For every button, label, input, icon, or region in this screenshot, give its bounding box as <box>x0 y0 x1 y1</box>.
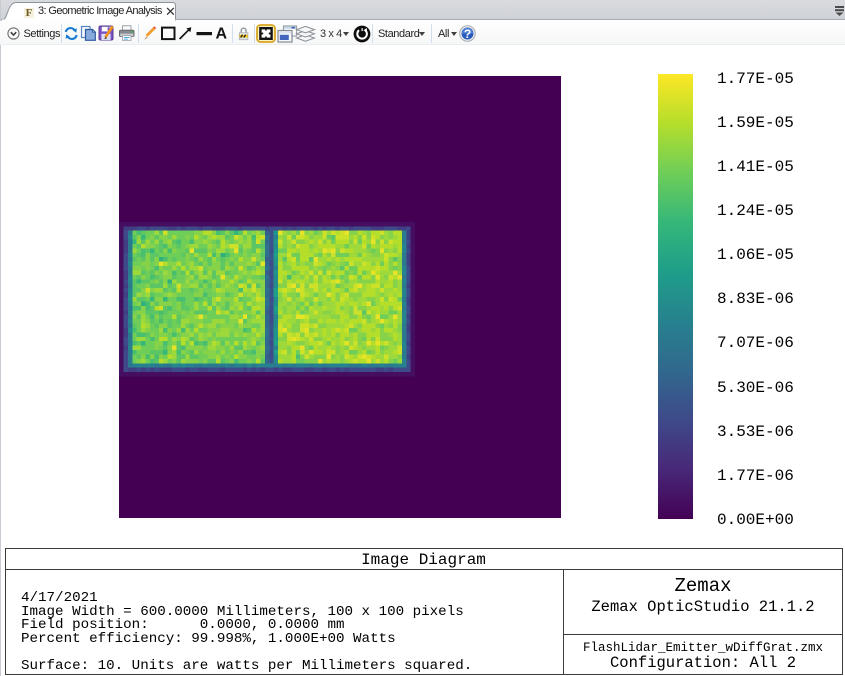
svg-text:A: A <box>216 26 228 42</box>
svg-text:?: ? <box>464 27 471 41</box>
